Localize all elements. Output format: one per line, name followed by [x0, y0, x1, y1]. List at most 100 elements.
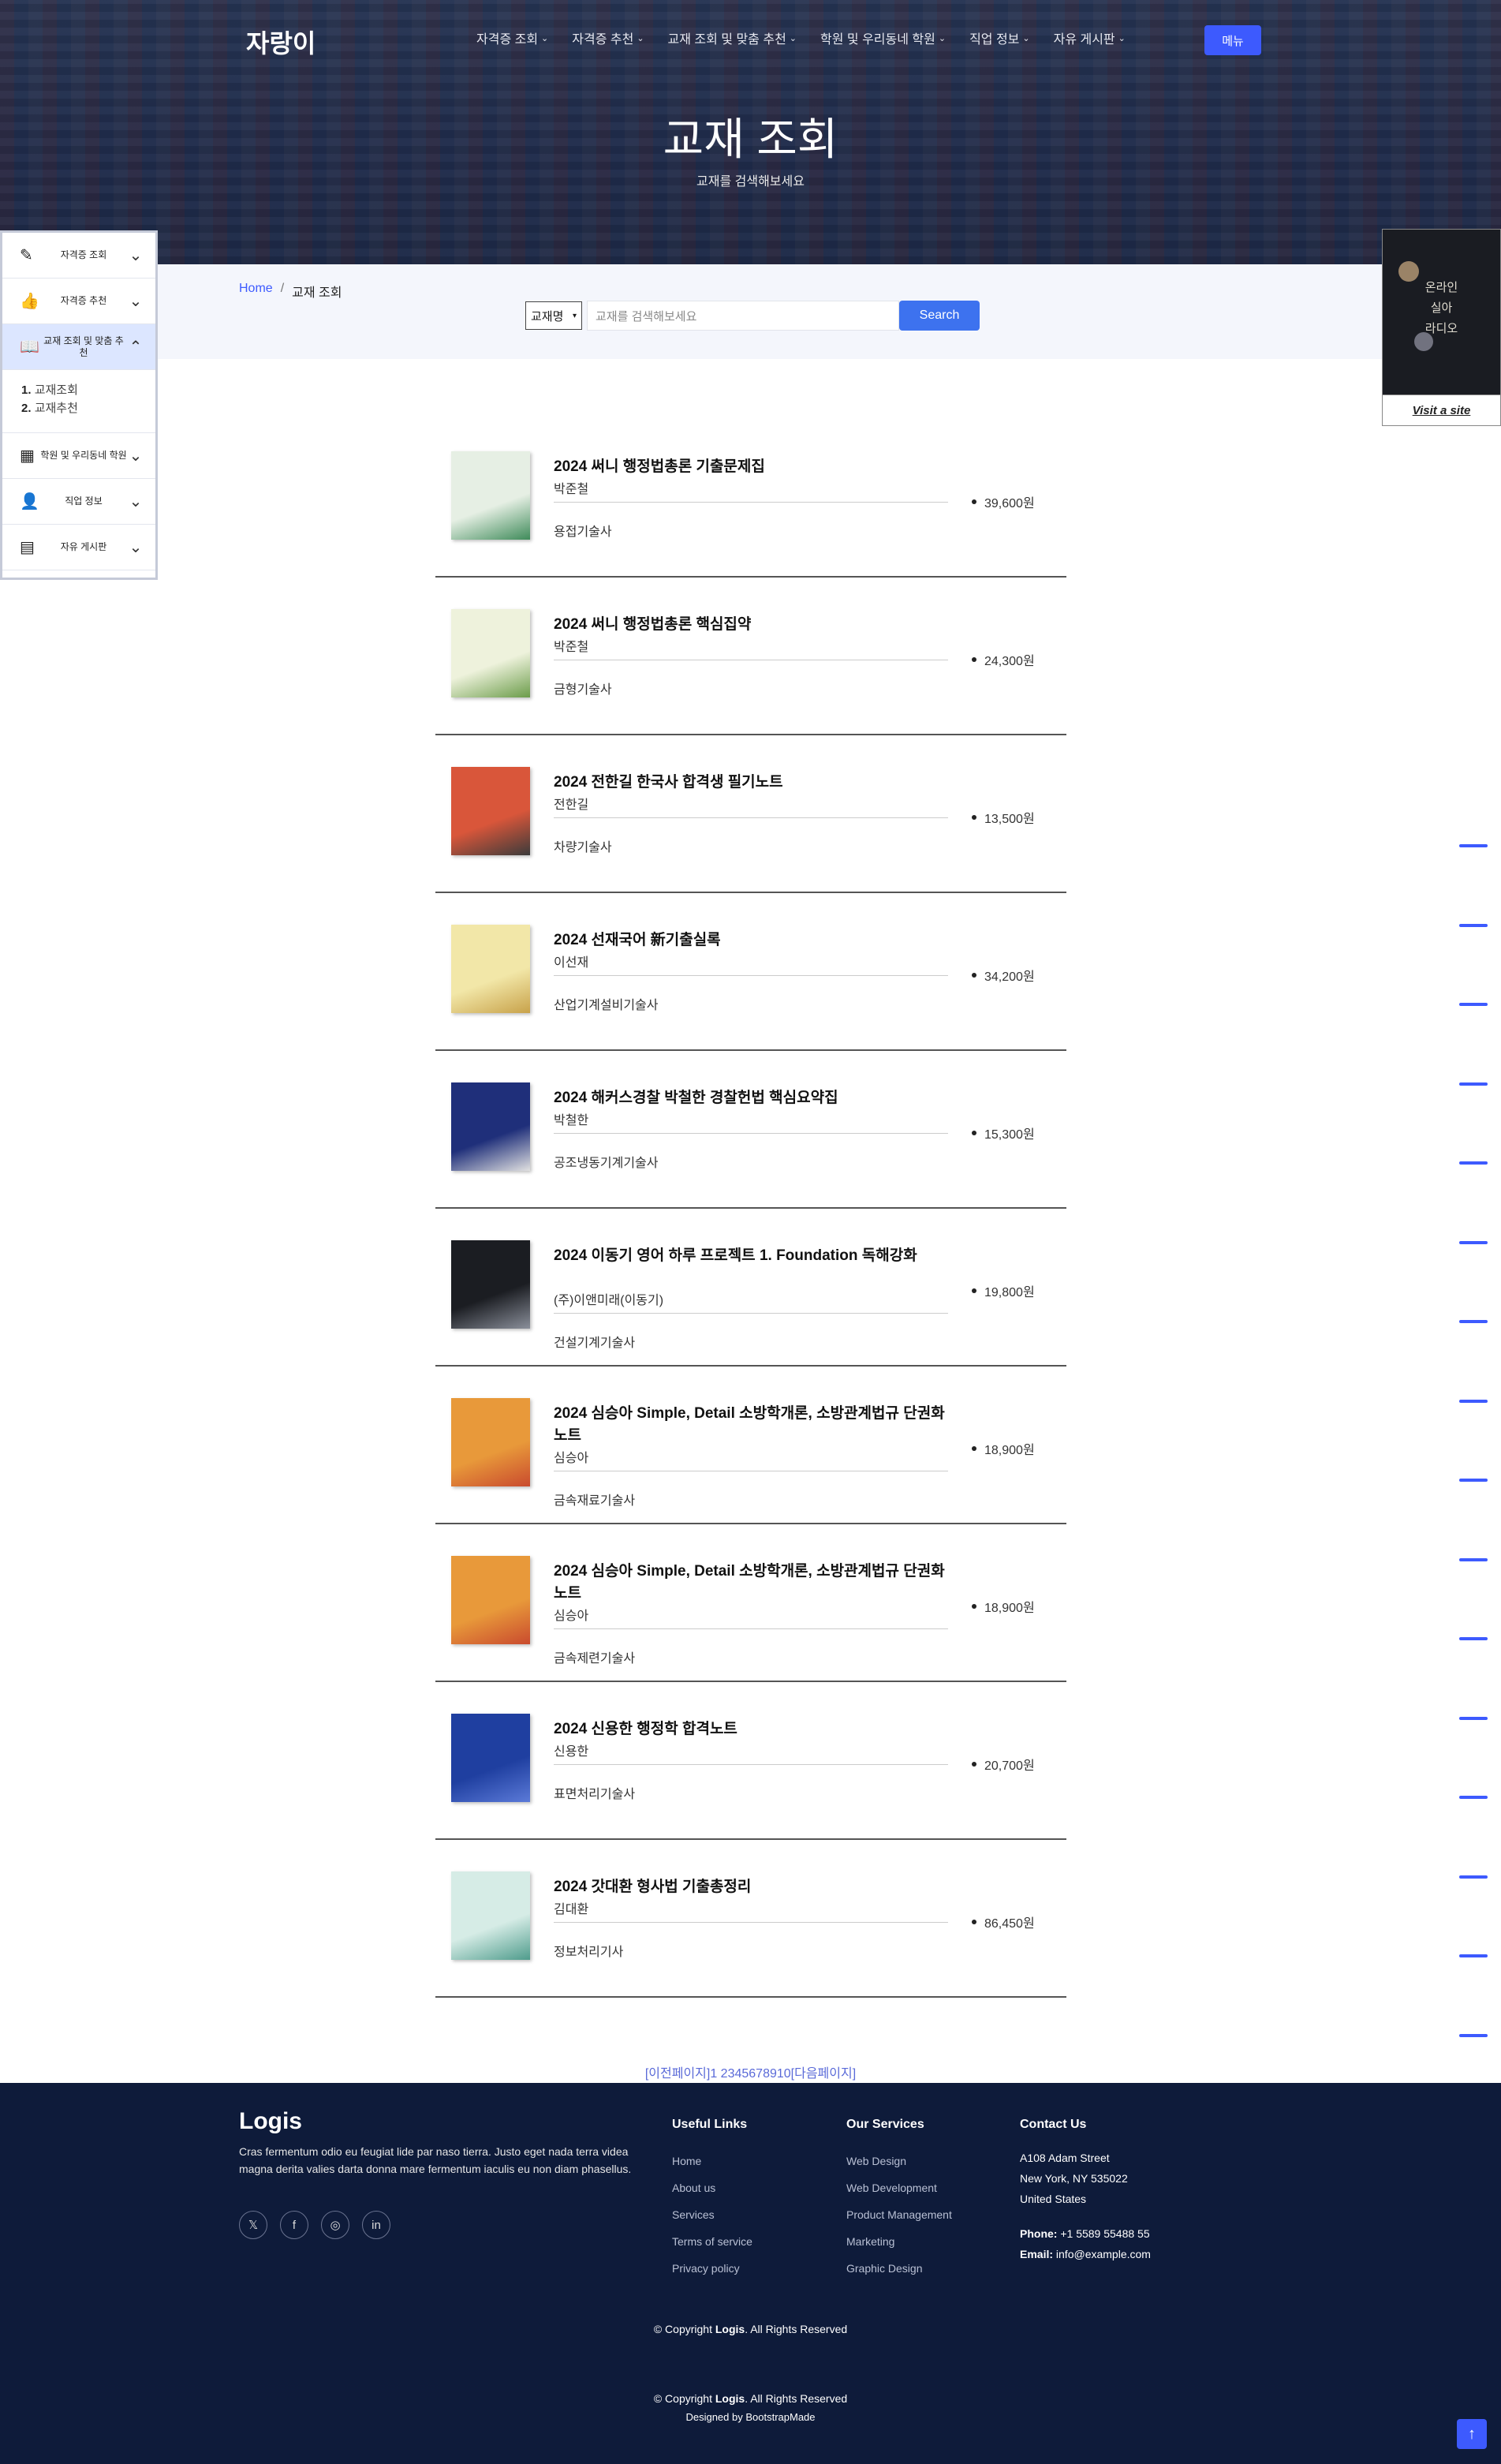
menu-button[interactable]: 메뉴	[1204, 25, 1261, 55]
book-cover[interactable]	[443, 609, 538, 697]
sidebar-item[interactable]: ▤ 자유 게시판 ⌄	[2, 525, 155, 570]
footer-link[interactable]: Terms of service	[672, 2228, 752, 2255]
ad-line: 온라인	[1424, 280, 1458, 294]
book-title[interactable]: 2024 갓대환 형사법 기출총정리	[554, 1876, 948, 1898]
nav-item[interactable]: 교재 조회 및 맞춤 추천 ⌄	[668, 28, 797, 47]
footer-link[interactable]: Home	[672, 2148, 752, 2174]
scroll-indicator[interactable]	[1459, 1082, 1488, 1086]
search-type-select[interactable]: 교재명 ▾	[525, 301, 582, 330]
book-cover[interactable]	[443, 1082, 538, 1171]
linkedin-icon[interactable]: in	[362, 2211, 390, 2239]
book-cover[interactable]	[443, 767, 538, 855]
scroll-indicator[interactable]	[1459, 1399, 1488, 1403]
chevron-down-icon[interactable]: ⌄	[127, 446, 144, 466]
book-list-item[interactable]: 2024 써니 행정법총론 기출문제집 박준철 용접기술사 39,600원	[435, 420, 1066, 578]
book-title[interactable]: 2024 신용한 행정학 합격노트	[554, 1718, 948, 1741]
scroll-indicator[interactable]	[1459, 1954, 1488, 1957]
nav-item[interactable]: 학원 및 우리동네 학원 ⌄	[820, 28, 946, 47]
book-cover[interactable]	[443, 1398, 538, 1486]
book-cover[interactable]	[443, 451, 538, 540]
book-title[interactable]: 2024 이동기 영어 하루 프로젝트 1. Foundation 독해강화	[554, 1245, 948, 1267]
book-title[interactable]: 2024 써니 행정법총론 핵심집약	[554, 614, 948, 636]
book-cover[interactable]	[443, 1556, 538, 1644]
designed-by[interactable]: Designed by BootstrapMade	[0, 2411, 1501, 2423]
visit-site-link[interactable]: Visit a site	[1382, 394, 1501, 426]
book-list-item[interactable]: 2024 이동기 영어 하루 프로젝트 1. Foundation 독해강화 (주…	[435, 1209, 1066, 1367]
map-icon: ▦	[20, 447, 35, 465]
nav-item[interactable]: 자격증 조회 ⌄	[476, 28, 548, 47]
book-list-item[interactable]: 2024 해커스경찰 박철한 경찰헌법 핵심요약집 박철한 공조냉동기계기술사 15,…	[435, 1051, 1066, 1209]
twitter-icon[interactable]: 𝕏	[239, 2211, 267, 2239]
facebook-icon[interactable]: f	[280, 2211, 308, 2239]
sidebar-item[interactable]: 👤 직업 정보 ⌄	[2, 479, 155, 525]
book-author: 이선재	[554, 956, 589, 970]
book-cover[interactable]	[443, 1714, 538, 1802]
book-cover[interactable]	[443, 1240, 538, 1329]
footer-link[interactable]: Marketing	[846, 2228, 952, 2255]
book-list-item[interactable]: 2024 전한길 한국사 합격생 필기노트 전한길 차량기술사 13,500원	[435, 735, 1066, 893]
scroll-indicator[interactable]	[1459, 1875, 1488, 1879]
sidebar-subitem[interactable]: 2. 교재추천	[21, 399, 136, 417]
book-list-item[interactable]: 2024 선재국어 新기출실록 이선재 산업기계설비기술사 34,200원	[435, 893, 1066, 1051]
book-cover[interactable]	[443, 925, 538, 1013]
scroll-indicator[interactable]	[1459, 1796, 1488, 1799]
scroll-indicator[interactable]	[1459, 1161, 1488, 1165]
book-list-item[interactable]: 2024 심승아 Simple, Detail 소방학개론, 소방관계법규 단권…	[435, 1524, 1066, 1682]
scroll-indicator[interactable]	[1459, 1716, 1488, 1720]
nav-item[interactable]: 직업 정보 ⌄	[969, 28, 1030, 47]
search-button[interactable]: Search	[899, 301, 980, 331]
footer-link[interactable]: Graphic Design	[846, 2255, 952, 2282]
book-title[interactable]: 2024 심승아 Simple, Detail 소방학개론, 소방관계법규 단권…	[554, 1403, 948, 1447]
book-price: 86,450원	[972, 1912, 1035, 1931]
sidebar-item[interactable]: 📖 교재 조회 및 맞춤 추천 ⌃	[2, 324, 155, 370]
chevron-down-icon[interactable]: ⌄	[127, 492, 144, 511]
footer-link[interactable]: Services	[672, 2201, 752, 2228]
book-list-item[interactable]: 2024 신용한 행정학 합격노트 신용한 표면처리기술사 20,700원	[435, 1682, 1066, 1840]
sidebar-subitem[interactable]: 1. 교재조회	[21, 381, 136, 399]
book-list-item[interactable]: 2024 써니 행정법총론 핵심집약 박준철 금형기술사 24,300원	[435, 578, 1066, 735]
scroll-indicator[interactable]	[1459, 1240, 1488, 1244]
instagram-icon[interactable]: ◎	[321, 2211, 349, 2239]
site-logo[interactable]: 자랑이	[246, 24, 316, 60]
footer-link[interactable]: Web Design	[846, 2148, 952, 2174]
book-list-item[interactable]: 2024 심승아 Simple, Detail 소방학개론, 소방관계법규 단권…	[435, 1367, 1066, 1524]
book-title[interactable]: 2024 해커스경찰 박철한 경찰헌법 핵심요약집	[554, 1087, 948, 1109]
footer-link[interactable]: Privacy policy	[672, 2255, 752, 2282]
book-list-item[interactable]: 2024 갓대환 형사법 기출총정리 김대환 정보처리기사 86,450원	[435, 1840, 1066, 1998]
book-title[interactable]: 2024 전한길 한국사 합격생 필기노트	[554, 772, 948, 794]
book-title[interactable]: 2024 써니 행정법총론 기출문제집	[554, 456, 948, 478]
book-author: 김대환	[554, 1903, 589, 1916]
scroll-indicator[interactable]	[1459, 1479, 1488, 1482]
divider	[554, 975, 948, 976]
scroll-indicator[interactable]	[1459, 1557, 1488, 1561]
book-cover-image	[451, 609, 530, 697]
breadcrumb-home-link[interactable]: Home	[239, 282, 273, 301]
pagination[interactable]: [이전페이지]1 2345678910[다음페이지]	[0, 2062, 1501, 2081]
search-type-value: 교재명	[531, 309, 564, 323]
sidebar-submenu: 1. 교재조회 2. 교재추천	[2, 370, 155, 433]
search-input[interactable]: 교재를 검색해보세요	[587, 301, 899, 331]
scroll-indicator[interactable]	[1459, 1637, 1488, 1640]
sidebar-item[interactable]: 👍 자격증 추천 ⌄	[2, 279, 155, 324]
chevron-up-icon[interactable]: ⌃	[127, 337, 144, 357]
book-title[interactable]: 2024 심승아 Simple, Detail 소방학개론, 소방관계법규 단권…	[554, 1561, 948, 1605]
footer-link[interactable]: Product Management	[846, 2201, 952, 2228]
book-title[interactable]: 2024 선재국어 新기출실록	[554, 929, 948, 952]
book-cover[interactable]	[443, 1871, 538, 1960]
scroll-indicator[interactable]	[1459, 2033, 1488, 2037]
nav-item-label: 자유 게시판	[1053, 33, 1115, 47]
chevron-down-icon[interactable]: ⌄	[127, 291, 144, 311]
scroll-indicator[interactable]	[1459, 1003, 1488, 1006]
scroll-indicator[interactable]	[1459, 923, 1488, 927]
footer-logo[interactable]: Logis	[239, 2108, 302, 2135]
chevron-down-icon[interactable]: ⌄	[127, 537, 144, 557]
scroll-indicator[interactable]	[1459, 844, 1488, 847]
footer-link[interactable]: About us	[672, 2174, 752, 2201]
footer-link[interactable]: Web Development	[846, 2174, 952, 2201]
nav-item[interactable]: 자유 게시판 ⌄	[1054, 28, 1126, 47]
book-author: 박준철	[554, 641, 589, 654]
nav-item[interactable]: 자격증 추천 ⌄	[572, 28, 644, 47]
scroll-indicator[interactable]	[1459, 1320, 1488, 1323]
sidebar-item[interactable]: ▦ 학원 및 우리동네 학원 ⌄	[2, 433, 155, 479]
back-to-top-button[interactable]: ↑	[1457, 2419, 1487, 2449]
